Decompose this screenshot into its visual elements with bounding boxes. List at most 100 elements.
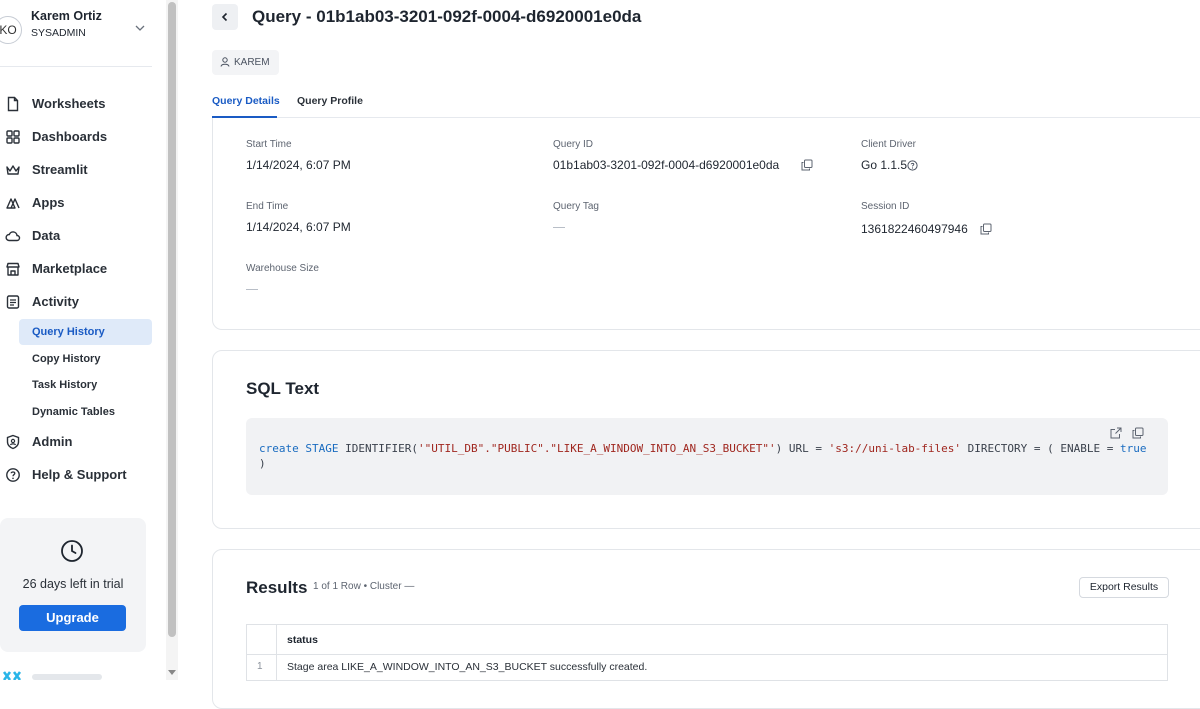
sidebar-item-admin[interactable]: Admin — [0, 429, 160, 455]
user-icon — [220, 57, 230, 67]
file-icon — [7, 96, 19, 112]
export-results-button[interactable]: Export Results — [1079, 577, 1169, 598]
tab-query-details[interactable]: Query Details — [212, 95, 280, 107]
sql-token: 's3://uni-lab-files' — [828, 442, 962, 455]
results-card: Results 1 of 1 Row • Cluster — Export Re… — [212, 549, 1200, 709]
session-id-label: Session ID — [861, 201, 910, 212]
row-index: 1 — [257, 661, 263, 672]
snowflake-logo-icon — [2, 671, 22, 680]
sidebar-subitem-task-history[interactable]: Task History — [19, 372, 152, 398]
trial-card: 26 days left in trial Upgrade — [0, 518, 146, 652]
sidebar-divider — [0, 66, 152, 67]
table-row[interactable]: 1 Stage area LIKE_A_WINDOW_INTO_AN_S3_BU… — [247, 655, 1167, 680]
query-tag-empty — [553, 227, 565, 228]
sidebar-item-marketplace[interactable]: Marketplace — [0, 256, 160, 282]
sidebar-subitem-copy-history[interactable]: Copy History — [19, 346, 152, 372]
sidebar-item-label: Streamlit — [32, 162, 88, 177]
sidebar-subitem-label: Dynamic Tables — [32, 406, 115, 418]
start-time-label: Start Time — [246, 139, 292, 150]
sql-token: IDENTIFIER( — [338, 442, 418, 455]
sidebar-item-label: Admin — [32, 434, 73, 449]
sql-code-block[interactable]: create STAGE IDENTIFIER('"UTIL_DB"."PUBL… — [246, 418, 1168, 495]
sidebar-item-apps[interactable]: Apps — [0, 190, 160, 216]
scrollbar-thumb[interactable] — [168, 2, 176, 637]
sidebar-item-dashboards[interactable]: Dashboards — [0, 124, 160, 150]
sql-token: ) URL = — [775, 442, 829, 455]
sql-text-title: SQL Text — [246, 379, 320, 398]
index-header-cell — [247, 625, 277, 654]
sidebar-subitem-label: Task History — [32, 379, 98, 391]
sidebar-item-label: Activity — [32, 294, 79, 309]
query-details-card: Start Time 1/14/2024, 6:07 PM Query ID 0… — [212, 118, 1200, 330]
end-time-value: 1/14/2024, 6:07 PM — [246, 220, 351, 234]
sidebar-item-label: Worksheets — [32, 96, 106, 111]
sql-code-text: create STAGE IDENTIFIER('"UTIL_DB"."PUBL… — [259, 441, 1149, 471]
sidebar-item-streamlit[interactable]: Streamlit — [0, 157, 160, 183]
chevron-down-icon[interactable] — [133, 21, 147, 35]
sidebar-item-label: Dashboards — [32, 129, 108, 144]
sidebar-item-activity[interactable]: Activity — [0, 289, 160, 315]
tab-query-profile[interactable]: Query Profile — [297, 95, 363, 107]
copy-icon[interactable] — [980, 223, 992, 235]
crown-icon — [6, 165, 20, 175]
sidebar-subitem-query-history[interactable]: Query History — [19, 319, 152, 345]
sidebar-item-data[interactable]: Data — [0, 223, 160, 249]
main-content: Query - 01b1ab03-3201-092f-0004-d6920001… — [178, 0, 1200, 709]
apps-icon — [6, 198, 20, 209]
row-index-cell: 1 — [247, 655, 277, 680]
column-header-status[interactable]: status — [287, 634, 318, 646]
page-title: Query - 01b1ab03-3201-092f-0004-d6920001… — [252, 7, 642, 26]
sql-text-card: SQL Text create STAGE IDENTIFIER('"UTIL_… — [212, 350, 1200, 529]
sidebar-item-help[interactable]: Help & Support — [0, 462, 160, 488]
results-title: Results — [246, 578, 308, 597]
sql-token: true — [1120, 442, 1147, 455]
results-meta: 1 of 1 Row • Cluster — — [313, 581, 415, 592]
sql-token: DIRECTORY = ( ENABLE = — [961, 442, 1120, 455]
open-external-icon[interactable] — [1110, 427, 1122, 439]
sidebar-item-label: Help & Support — [32, 467, 127, 482]
cloud-icon — [5, 231, 21, 242]
query-id-label: Query ID — [553, 139, 594, 150]
copy-icon[interactable] — [801, 159, 813, 171]
shield-icon — [6, 434, 20, 450]
sidebar: KO Karem Ortiz SYSADMIN Worksheets Dashb… — [0, 0, 166, 680]
footer-placeholder — [32, 674, 102, 680]
sidebar-subitem-dynamic-tables[interactable]: Dynamic Tables — [19, 399, 152, 425]
sql-token: create — [259, 442, 299, 455]
store-icon — [6, 262, 20, 276]
scroll-down-icon[interactable] — [168, 670, 176, 675]
user-role: SYSADMIN — [31, 27, 86, 39]
end-time-label: End Time — [246, 201, 289, 212]
sidebar-subitem-label: Query History — [32, 326, 105, 338]
warehouse-size-empty — [246, 289, 258, 290]
upgrade-button[interactable]: Upgrade — [19, 605, 126, 631]
avatar: KO — [0, 16, 22, 44]
query-tag-label: Query Tag — [553, 201, 599, 212]
copy-icon[interactable] — [1132, 427, 1144, 439]
trial-text: 26 days left in trial — [22, 577, 124, 591]
user-chip-label: KAREM — [234, 57, 270, 68]
user-chip: KAREM — [212, 50, 279, 75]
grid-icon — [6, 130, 20, 144]
clock-icon — [61, 540, 83, 562]
client-driver-label: Client Driver — [861, 139, 917, 150]
status-cell[interactable]: Stage area LIKE_A_WINDOW_INTO_AN_S3_BUCK… — [287, 661, 647, 673]
sidebar-item-label: Data — [32, 228, 61, 243]
user-name: Karem Ortiz — [31, 9, 102, 23]
activity-icon — [6, 295, 20, 309]
help-icon[interactable] — [907, 160, 918, 171]
help-icon — [6, 468, 20, 482]
start-time-value: 1/14/2024, 6:07 PM — [246, 158, 351, 172]
sql-token: STAGE — [305, 442, 339, 455]
sidebar-scrollbar[interactable] — [166, 0, 178, 680]
results-table: status 1 Stage area LIKE_A_WINDOW_INTO_A… — [246, 624, 1168, 681]
table-header: status — [247, 625, 1167, 655]
session-id-value: 1361822460497946 — [861, 222, 968, 236]
sidebar-item-worksheets[interactable]: Worksheets — [0, 91, 160, 117]
sidebar-subitem-label: Copy History — [32, 353, 101, 365]
query-id-value: 01b1ab03-3201-092f-0004-d6920001e0da — [553, 158, 780, 172]
sql-token: '"UTIL_DB"."PUBLIC"."LIKE_A_WINDOW_INTO_… — [417, 442, 776, 455]
user-menu[interactable]: KO Karem Ortiz SYSADMIN — [0, 8, 160, 52]
sidebar-item-label: Apps — [32, 195, 65, 210]
back-button[interactable] — [212, 4, 238, 30]
